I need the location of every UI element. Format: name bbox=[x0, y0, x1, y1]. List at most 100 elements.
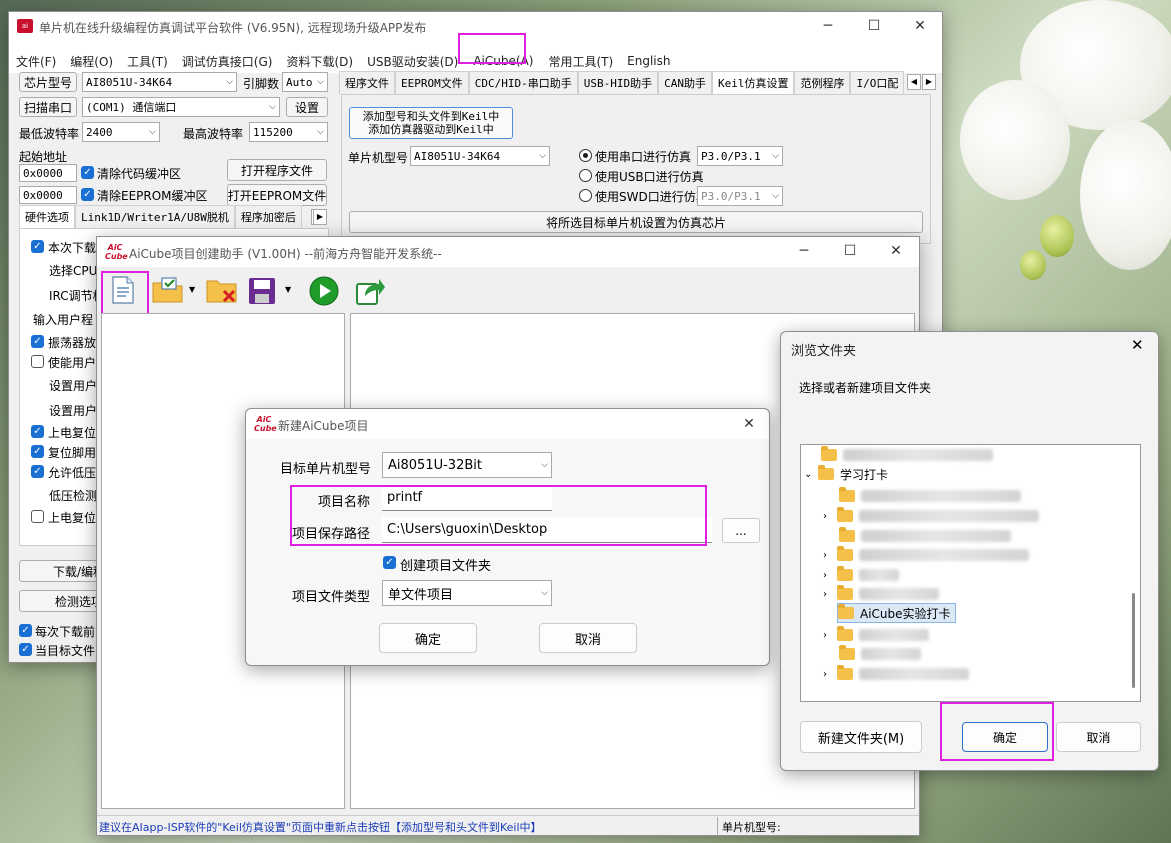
add-keil-line2: 添加仿真器驱动到Keil中 bbox=[368, 123, 494, 136]
menu-common-tools[interactable]: 常用工具(T) bbox=[541, 53, 620, 70]
tree-folder-item[interactable] bbox=[821, 445, 993, 465]
menu-usb-driver[interactable]: USB驱动安装(D) bbox=[360, 53, 465, 70]
maximize-icon[interactable]: ☐ bbox=[827, 237, 873, 265]
add-keil-button[interactable]: 添加型号和头文件到Keil中 添加仿真器驱动到Keil中 bbox=[349, 107, 513, 139]
menu-english[interactable]: English bbox=[620, 54, 677, 68]
tab-can[interactable]: CAN助手 bbox=[658, 71, 712, 94]
project-type-select[interactable]: 单文件项目 ⌵ bbox=[382, 580, 552, 606]
chip-type-select[interactable]: AI8051U-34K64 ⌵ bbox=[82, 72, 237, 92]
tree-folder-item[interactable]: › bbox=[823, 545, 1029, 565]
create-folder-checkbox[interactable]: ✓ bbox=[383, 556, 396, 569]
close-icon[interactable]: ✕ bbox=[873, 237, 919, 265]
folder-icon bbox=[837, 665, 853, 680]
tree-folder-item[interactable]: › bbox=[823, 664, 969, 684]
open-eeprom-file-button[interactable]: 打开EEPROM文件 bbox=[227, 184, 327, 206]
close-icon[interactable]: ✕ bbox=[897, 12, 943, 40]
min-baud-label: 最低波特率 bbox=[19, 127, 80, 141]
option-checkbox[interactable]: ✓ bbox=[31, 240, 44, 253]
mcu-select[interactable]: AI8051U-34K64 ⌵ bbox=[410, 146, 550, 166]
option-label: 输入用户程 bbox=[33, 313, 94, 327]
tab-serial-helper[interactable]: CDC/HID-串口助手 bbox=[468, 71, 578, 94]
folder-tree[interactable]: ⌄ 学习打卡 › › › › AiCube实验打卡 › › bbox=[800, 444, 1141, 702]
tree-folder-item[interactable]: › bbox=[823, 506, 1039, 526]
bottom-checkbox-2[interactable]: ✓ bbox=[19, 643, 32, 656]
aicube-logo-icon: AiC Cube bbox=[105, 243, 128, 261]
pin-count-select[interactable]: Auto ⌵ bbox=[282, 72, 328, 92]
tab-eeprom-file[interactable]: EEPROM文件 bbox=[395, 71, 469, 94]
bottom-checkbox-1[interactable]: ✓ bbox=[19, 624, 32, 637]
close-icon[interactable]: ✕ bbox=[1131, 336, 1144, 354]
minimize-icon[interactable]: ─ bbox=[805, 12, 851, 40]
option-checkbox[interactable] bbox=[31, 355, 44, 368]
tab-link1d[interactable]: Link1D/Writer1A/U8W脱机 bbox=[75, 205, 235, 228]
code-address-input[interactable]: 0x0000 bbox=[19, 164, 77, 182]
aicube-titlebar: AiC Cube AiCube项目创建助手 (V1.00H) --前海方舟智能开发… bbox=[97, 237, 919, 267]
option-checkbox[interactable]: ✓ bbox=[31, 425, 44, 438]
eeprom-address-input[interactable]: 0x0000 bbox=[19, 186, 77, 204]
browse-path-button[interactable]: ... bbox=[722, 518, 760, 543]
menu-file[interactable]: 文件(F) bbox=[9, 53, 63, 70]
tab-program-file[interactable]: 程序文件 bbox=[339, 71, 395, 94]
max-baud-select[interactable]: 115200 ⌵ bbox=[249, 122, 328, 142]
menu-tools[interactable]: 工具(T) bbox=[120, 53, 175, 70]
close-icon[interactable]: ✕ bbox=[734, 410, 764, 438]
clear-code-checkbox[interactable]: ✓ bbox=[81, 166, 94, 179]
menu-debug[interactable]: 调试仿真接口(G) bbox=[175, 53, 280, 70]
run-icon[interactable] bbox=[307, 275, 341, 307]
menu-download[interactable]: 资料下载(D) bbox=[279, 53, 360, 70]
tree-folder-item[interactable]: › bbox=[823, 584, 939, 604]
new-folder-button[interactable]: 新建文件夹(M) bbox=[800, 721, 922, 753]
tree-folder-item[interactable]: › bbox=[823, 565, 899, 585]
tab-encrypt[interactable]: 程序加密后 bbox=[234, 205, 302, 228]
scan-port-button[interactable]: 扫描串口 bbox=[19, 97, 77, 117]
swd-port-select[interactable]: P3.0/P3.1 ⌵ bbox=[697, 186, 783, 206]
ok-button[interactable]: 确定 bbox=[379, 623, 477, 653]
tree-folder-study[interactable]: ⌄ 学习打卡 bbox=[804, 464, 888, 484]
tab-scroll-right-icon[interactable]: ▶ bbox=[922, 74, 936, 90]
dropdown-arrow-icon[interactable]: ▼ bbox=[285, 285, 291, 294]
option-checkbox[interactable]: ✓ bbox=[31, 465, 44, 478]
settings-button[interactable]: 设置 bbox=[286, 97, 328, 117]
option-checkbox[interactable] bbox=[31, 510, 44, 523]
radio-swd[interactable] bbox=[579, 189, 592, 202]
tab-examples[interactable]: 范例程序 bbox=[794, 71, 851, 94]
tree-folder-item[interactable] bbox=[839, 486, 1021, 506]
browse-cancel-button[interactable]: 取消 bbox=[1056, 722, 1141, 752]
folder-icon bbox=[837, 546, 853, 561]
radio-usb[interactable] bbox=[579, 169, 592, 182]
open-program-file-button[interactable]: 打开程序文件 bbox=[227, 159, 327, 181]
tree-folder-item[interactable] bbox=[839, 644, 921, 664]
start-address-label: 起始地址 bbox=[19, 150, 68, 164]
tree-folder-item[interactable] bbox=[839, 526, 1011, 546]
tab-io-config[interactable]: I/O口配 bbox=[850, 71, 905, 94]
maximize-icon[interactable]: ☐ bbox=[851, 12, 897, 40]
min-baud-select[interactable]: 2400 ⌵ bbox=[82, 122, 160, 142]
target-mcu-select[interactable]: Ai8051U-32Bit ⌵ bbox=[382, 452, 552, 478]
tab-scroll-left-icon[interactable]: ◀ bbox=[907, 74, 921, 90]
cancel-button[interactable]: 取消 bbox=[539, 623, 637, 653]
option-checkbox[interactable]: ✓ bbox=[31, 335, 44, 348]
open-project-icon[interactable] bbox=[151, 275, 185, 305]
chip-type-button[interactable]: 芯片型号 bbox=[19, 72, 77, 92]
close-project-icon[interactable] bbox=[205, 275, 239, 307]
tab-hardware-options[interactable]: 硬件选项 bbox=[19, 205, 75, 228]
serial-port-select[interactable]: P3.0/P3.1 ⌵ bbox=[697, 146, 783, 166]
port-select[interactable]: (COM1) 通信端口 ⌵ bbox=[82, 97, 280, 117]
minimize-icon[interactable]: ─ bbox=[781, 237, 827, 265]
tab-scroll-right-icon[interactable]: ▶ bbox=[313, 209, 327, 225]
dropdown-arrow-icon[interactable]: ▼ bbox=[189, 285, 195, 294]
save-icon[interactable] bbox=[245, 275, 279, 307]
option-checkbox[interactable]: ✓ bbox=[31, 445, 44, 458]
radio-serial[interactable] bbox=[579, 149, 592, 162]
menu-program[interactable]: 编程(O) bbox=[63, 53, 120, 70]
tab-usb-hid[interactable]: USB-HID助手 bbox=[577, 71, 659, 94]
set-emulation-chip-button[interactable]: 将所选目标单片机设置为仿真芯片 bbox=[349, 211, 923, 233]
clear-eeprom-checkbox[interactable]: ✓ bbox=[81, 188, 94, 201]
status-mcu-label: 单片机型号: bbox=[722, 821, 781, 834]
export-icon[interactable] bbox=[353, 275, 387, 307]
tab-keil-settings[interactable]: Keil仿真设置 bbox=[711, 71, 795, 94]
radio-swd-label: 使用SWD口进行仿真 bbox=[595, 190, 708, 204]
tree-scrollbar[interactable] bbox=[1132, 593, 1135, 688]
tree-folder-item[interactable]: › bbox=[823, 625, 929, 645]
tree-folder-selected[interactable]: AiCube实验打卡 bbox=[837, 603, 956, 623]
